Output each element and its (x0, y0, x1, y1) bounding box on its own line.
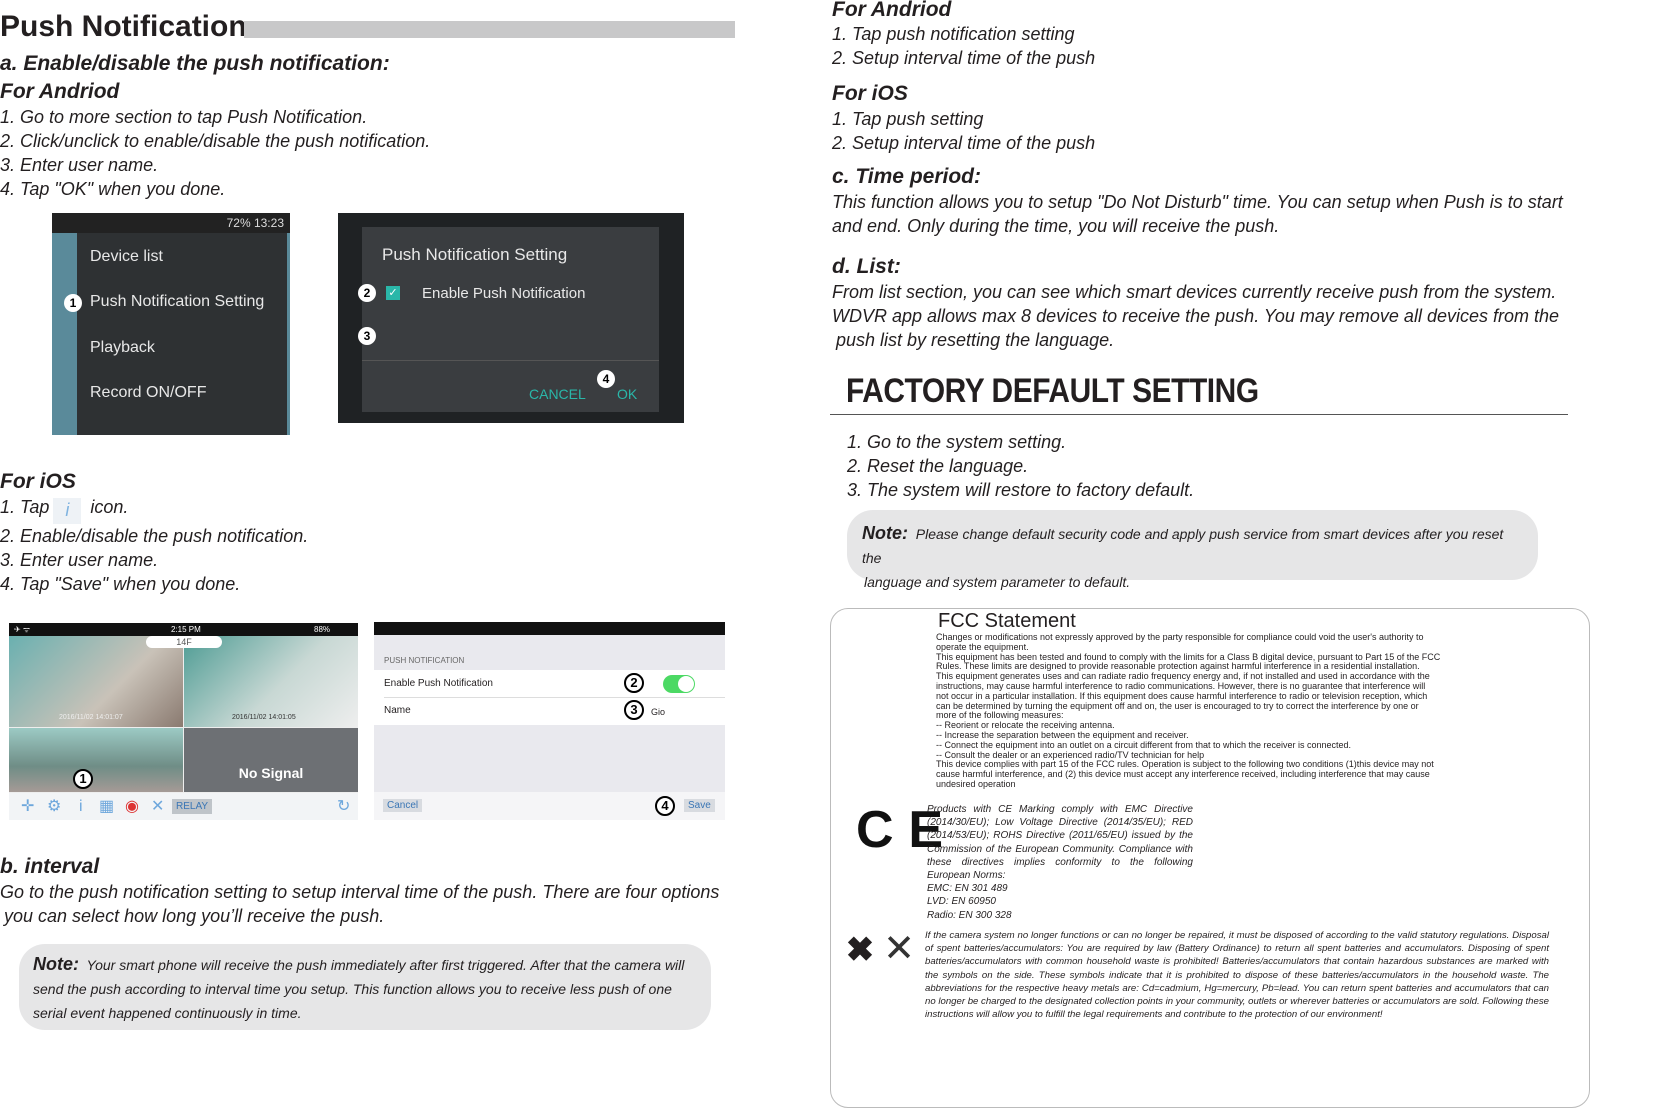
step: 2. Enable/disable the push notification. (0, 526, 309, 546)
nav-bar (374, 622, 725, 635)
android-menu-screenshot: 72% 13:23 Device list Push Notification … (52, 213, 290, 435)
ios-settings-screenshot: PUSH NOTIFICATION Enable Push Notificati… (374, 622, 725, 820)
side-menu: Device list Push Notification Setting Pl… (77, 233, 287, 435)
step-badge: 2 (358, 284, 376, 302)
section-header: PUSH NOTIFICATION (384, 656, 465, 665)
android-heading: For Andriod (0, 80, 120, 103)
menu-item-playback[interactable]: Playback (90, 339, 155, 357)
android-steps: 1. Go to more section to tap Push Notifi… (0, 105, 430, 201)
camera-feed-2[interactable]: 2016/11/02 14:01:05 (184, 636, 358, 727)
page-title: Push Notification (0, 10, 247, 43)
refresh-icon[interactable]: ↻ (337, 793, 350, 820)
cancel-button[interactable]: CANCEL (529, 386, 586, 402)
android-steps-right: 1. Tap push notification setting 2. Setup… (832, 24, 1096, 68)
factory-note: Note: Please change default security cod… (847, 510, 1538, 590)
step: 4. Tap "OK" when you done. (0, 179, 226, 199)
camera-feed-3[interactable] (9, 728, 183, 792)
crossed-bin-icon: ✖ (845, 931, 875, 969)
settings-group: Enable Push Notification Name Gio (374, 670, 725, 725)
toolbar: ✛ ⚙ i ▦ ◉ ✕ RELAY ↻ (9, 793, 358, 820)
close-icon[interactable]: ✕ (151, 793, 164, 820)
name-input[interactable]: Gio (651, 707, 665, 717)
step: 1. Go to more section to tap Push Notifi… (0, 107, 368, 127)
interval-note: Note: Your smart phone will receive the … (19, 944, 711, 1030)
step-badge: 1 (73, 769, 93, 789)
time: 2:15 PM (171, 625, 201, 634)
floor-label: 14F (146, 636, 222, 648)
push-dialog: Push Notification Setting ✓ Enable Push … (362, 227, 659, 412)
ok-button[interactable]: OK (617, 386, 637, 402)
battery: 88% (314, 625, 331, 634)
menu-item-device-list[interactable]: Device list (90, 248, 163, 266)
record-icon[interactable]: ◉ (125, 793, 139, 820)
fcc-line: undesired operation (936, 778, 1016, 789)
add-icon[interactable]: ✛ (21, 793, 34, 820)
info-icon: i (53, 498, 82, 524)
step-badge: 3 (624, 700, 644, 720)
step: 4. Tap "Save" when you done. (0, 574, 241, 594)
gear-icon[interactable]: ⚙ (47, 793, 61, 820)
checkbox[interactable]: ✓ (386, 286, 400, 300)
enable-label: Enable Push Notification (384, 678, 493, 689)
android-dialog-screenshot: Push Notification Setting ✓ Enable Push … (338, 213, 684, 423)
disposal-text: If the camera system no longer functions… (925, 930, 1549, 1021)
ios-steps: 1. Tap i icon. 2. Enable/disable the push … (0, 495, 308, 596)
step: 2. Click/unclick to enable/disable the p… (0, 131, 431, 151)
status-bar: 72% 13:23 (52, 213, 290, 233)
section-a-heading: a. Enable/disable the push notification: (0, 52, 390, 75)
ios-liveview-screenshot: ✈ ᯤ 2:15 PM 88% 2016/11/02 14:01:07 2016… (9, 623, 358, 820)
status-text: 72% 13:23 (226, 216, 284, 230)
step-badge: 3 (358, 327, 376, 345)
fcc-title: FCC Statement (938, 610, 1076, 632)
section-d-heading: d. List: (832, 255, 901, 278)
android-heading-right: For Andriod (832, 0, 952, 21)
cancel-button[interactable]: Cancel (383, 799, 423, 812)
footer-bar: Cancel 4 Save (374, 792, 725, 820)
step: 3. Enter user name. (0, 550, 159, 570)
step: 1. Tap i icon. (0, 495, 308, 524)
ios-steps-right: 1. Tap push setting 2. Setup interval tim… (832, 109, 1096, 153)
camera-feed-1[interactable]: 2016/11/02 14:01:07 (9, 636, 183, 727)
fcc-line: cause harmful interference, and (2) this… (936, 769, 1430, 780)
menu-item-record[interactable]: Record ON/OFF (90, 384, 206, 402)
crossed-bin-outline-icon: ✕ (883, 928, 915, 970)
name-label: Name (384, 705, 411, 716)
step-badge: 4 (655, 796, 675, 816)
menu-item-push-notification[interactable]: Push Notification Setting (90, 293, 264, 311)
step-badge: 4 (597, 370, 615, 388)
title-bar-decoration (244, 21, 735, 38)
section-b-heading: b. interval (0, 855, 100, 878)
list-text: From list section, you can see which sma… (832, 282, 1559, 350)
status-bar: ✈ ᯤ 2:15 PM 88% (9, 623, 358, 636)
factory-steps: 1. Go to the system setting. 2. Reset the… (847, 432, 1195, 500)
checkbox-label: Enable Push Notification (422, 285, 586, 302)
dialog-title: Push Notification Setting (382, 245, 568, 264)
time-period-text: This function allows you to setup "Do No… (832, 192, 1563, 236)
factory-divider (830, 414, 1568, 415)
wifi-icon: ✈ ᯤ (14, 625, 31, 634)
section-c-heading: c. Time period: (832, 165, 981, 188)
ce-text: Products with CE Marking comply with EMC… (927, 804, 1193, 921)
save-button[interactable]: Save (684, 799, 715, 812)
step: 3. Enter user name. (0, 155, 159, 175)
calendar-icon[interactable]: ▦ (99, 793, 114, 820)
enable-toggle[interactable] (663, 675, 695, 693)
relay-button[interactable]: RELAY (172, 799, 213, 814)
info-icon[interactable]: i (79, 793, 83, 820)
step-badge: 1 (64, 294, 82, 312)
camera-feed-4[interactable]: No Signal (184, 728, 358, 792)
fcc-text: Changes or modifications not expressly a… (936, 632, 1496, 790)
factory-title: FACTORY DEFAULT SETTING (846, 372, 1259, 410)
divider (362, 360, 659, 361)
ios-heading-right: For iOS (832, 82, 908, 105)
interval-text: Go to the push notification setting to s… (0, 882, 720, 926)
ios-heading: For iOS (0, 470, 76, 493)
step-badge: 2 (624, 673, 644, 693)
